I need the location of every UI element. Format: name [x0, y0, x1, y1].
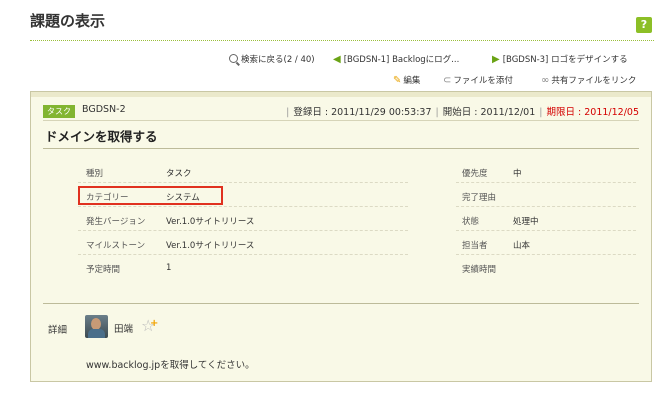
due-label: 期限日 — [546, 107, 575, 118]
prev-issue-link[interactable]: ◀ [BGDSN-1] Backlogにログ... — [333, 53, 459, 65]
back-to-search-link[interactable]: 検索に戻る(2 / 40) — [229, 53, 315, 65]
page-title: 課題の表示 — [30, 12, 106, 30]
avatar[interactable] — [85, 315, 108, 338]
attach-file-label: ファイルを添付 — [453, 76, 513, 86]
issue-type-badge: タスク — [43, 105, 75, 118]
row-divider — [456, 230, 636, 231]
prop-value-priority: 中 — [513, 169, 522, 179]
link-icon: ∞ — [541, 75, 550, 86]
category-highlight-box — [78, 186, 223, 205]
row-divider — [456, 182, 636, 183]
attach-file-link[interactable]: ⊂ ファイルを添付 — [443, 74, 513, 86]
plus-icon: + — [150, 318, 159, 329]
prop-value-assignee: 山本 — [513, 241, 531, 251]
reporter-name[interactable]: 田端 — [114, 321, 133, 335]
issue-description: www.backlog.jpを取得してください。 — [86, 360, 255, 371]
prop-value-milestone: Ver.1.0サイトリリース — [166, 241, 255, 251]
prop-label-version: 発生バージョン — [86, 217, 146, 227]
row-divider — [78, 182, 408, 183]
link-shared-file-label: 共有ファイルをリンク — [551, 76, 637, 86]
help-button[interactable]: ? — [636, 17, 652, 33]
search-icon — [229, 54, 238, 63]
prop-label-resolution: 完了理由 — [462, 193, 497, 203]
issue-summary: ドメインを取得する — [45, 129, 158, 144]
panel-top-bar — [31, 92, 651, 97]
row-divider — [456, 254, 636, 255]
row-divider — [78, 206, 408, 207]
prop-value-status: 処理中 — [513, 217, 539, 227]
start-label: 開始日 — [442, 107, 472, 118]
detail-divider — [43, 303, 639, 304]
detail-label: 詳細 — [48, 325, 68, 336]
next-issue-label: [BGDSN-3] ロゴをデザインする — [502, 55, 628, 65]
back-to-search-label: 検索に戻る(2 / 40) — [241, 55, 315, 65]
prop-value-estimated-hours: 1 — [166, 263, 172, 273]
arrow-right-icon: ▶ — [492, 54, 500, 65]
prop-label-priority: 優先度 — [462, 169, 488, 179]
row-divider — [456, 206, 636, 207]
issue-dates: | 登録日 : 2011/11/29 00:53:37 | 開始日 : 2011/12… — [286, 107, 639, 118]
edit-label: 編集 — [403, 76, 421, 86]
paperclip-icon: ⊂ — [443, 75, 452, 86]
row-divider — [78, 230, 408, 231]
summary-divider-top — [43, 120, 639, 121]
start-date: 2011/12/01 — [480, 107, 536, 118]
prop-label-milestone: マイルストーン — [86, 241, 146, 251]
next-issue-link[interactable]: ▶ [BGDSN-3] ロゴをデザインする — [492, 53, 628, 65]
prop-value-version: Ver.1.0サイトリリース — [166, 217, 255, 227]
due-date: 2011/12/05 — [584, 107, 639, 118]
title-divider — [30, 40, 654, 41]
prop-label-estimated-hours: 予定時間 — [86, 265, 121, 275]
prop-label-assignee: 担当者 — [462, 241, 488, 251]
link-shared-file-link[interactable]: ∞ 共有ファイルをリンク — [541, 74, 636, 86]
registered-label: 登録日 — [293, 107, 322, 118]
prop-label-status: 状態 — [462, 217, 480, 227]
prop-label-type: 種別 — [86, 169, 104, 179]
issue-key: BGDSN-2 — [82, 104, 126, 115]
registered-date: 2011/11/29 00:53:37 — [331, 107, 432, 118]
issue-panel: タスク BGDSN-2 | 登録日 : 2011/11/29 00:53:37 | 開… — [30, 91, 652, 382]
row-divider — [78, 254, 408, 255]
pencil-icon: ✎ — [393, 75, 402, 86]
add-star-button[interactable]: ☆ + — [141, 316, 159, 335]
arrow-left-icon: ◀ — [333, 54, 341, 65]
prop-label-actual-hours: 実績時間 — [462, 265, 497, 275]
summary-divider-bottom — [43, 148, 639, 149]
prop-value-type: タスク — [166, 169, 192, 179]
prev-issue-label: [BGDSN-1] Backlogにログ... — [343, 55, 460, 65]
edit-link[interactable]: ✎ 編集 — [393, 74, 420, 86]
